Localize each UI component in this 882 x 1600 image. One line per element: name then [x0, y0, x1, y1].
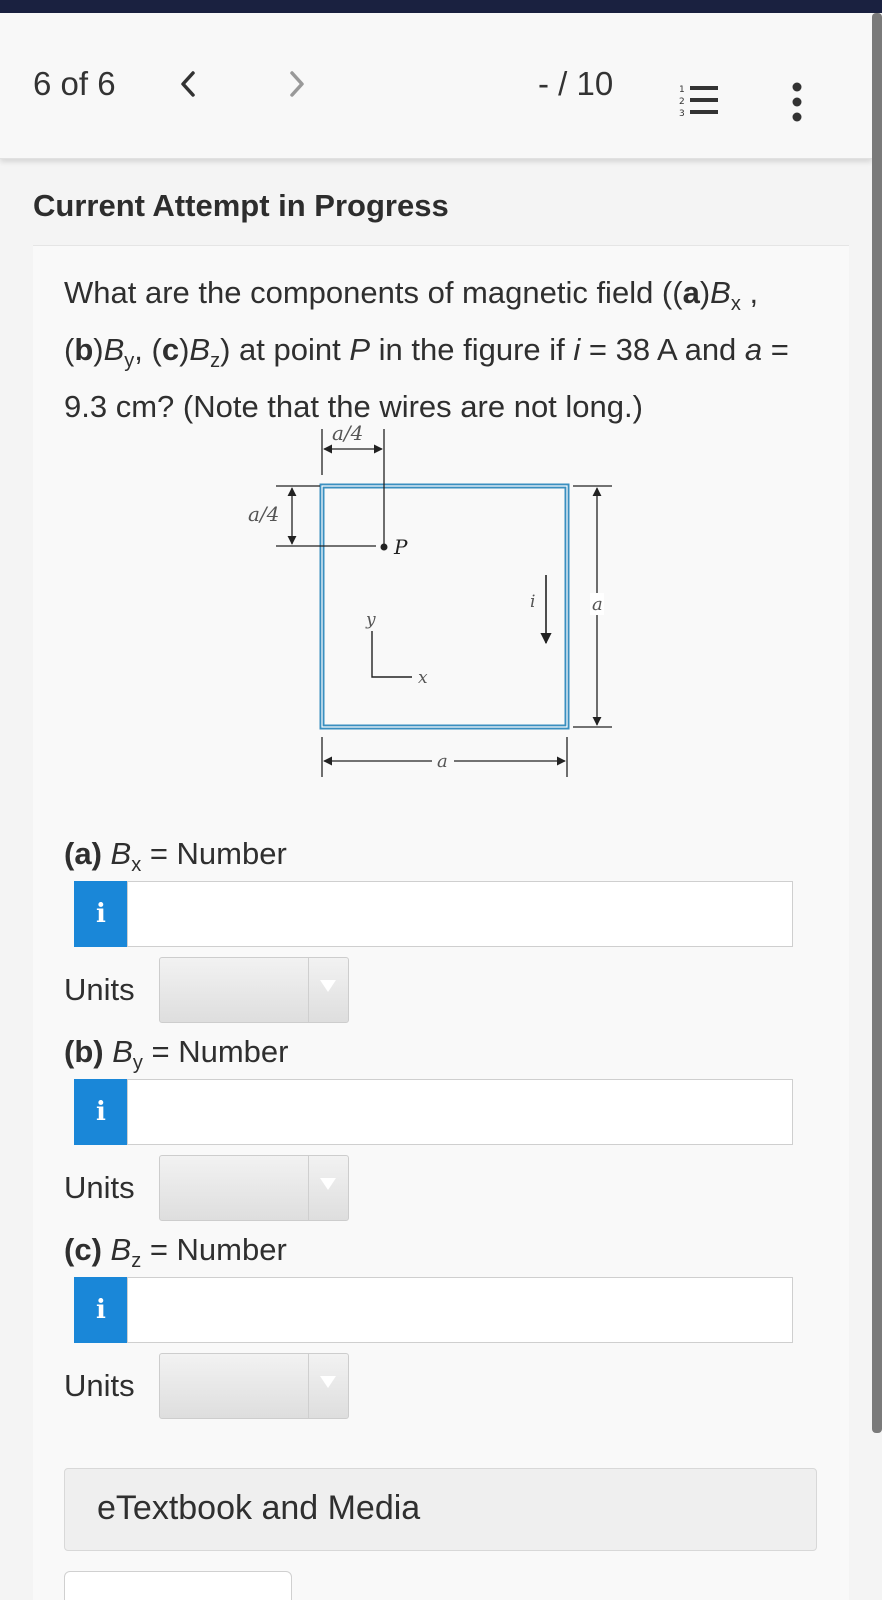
bottom-dim-label: a — [437, 751, 448, 772]
axis-y-label: y — [365, 610, 376, 630]
part-c-label: (c) Bz = Number — [64, 1232, 287, 1273]
save-for-later-button[interactable] — [64, 1571, 292, 1600]
select-divider — [308, 1156, 309, 1220]
etextbook-label: eTextbook and Media — [97, 1489, 421, 1527]
numbered-list-icon: 1 2 3 — [679, 85, 718, 119]
point-p — [380, 543, 388, 551]
part-a-units-select[interactable] — [159, 957, 349, 1023]
current-label: i — [530, 592, 535, 612]
vertical-ellipsis-icon — [792, 82, 802, 122]
wire-loop-figure: a/4 a/4 P i a a y x — [248, 425, 612, 777]
part-b-number-input[interactable] — [127, 1079, 793, 1145]
etextbook-media-button[interactable]: eTextbook and Media — [64, 1468, 817, 1551]
dropdown-arrow-icon — [320, 1376, 336, 1388]
svg-text:3: 3 — [679, 109, 685, 119]
axis-x-label: x — [418, 668, 428, 688]
part-b-info-button[interactable]: i — [74, 1079, 128, 1145]
dim-top-label: a/4 — [332, 425, 363, 445]
question-text: What are the components of magnetic fiel… — [64, 275, 789, 425]
part-b-units-label: Units — [64, 1170, 135, 1205]
previous-question-button[interactable] — [178, 63, 198, 108]
svg-text:2: 2 — [679, 97, 685, 107]
svg-text:1: 1 — [679, 85, 685, 95]
dropdown-arrow-icon — [320, 1178, 336, 1190]
part-a-info-button[interactable]: i — [74, 881, 128, 947]
part-c-units-select[interactable] — [159, 1353, 349, 1419]
more-options-button[interactable] — [790, 82, 804, 122]
part-c-units-label: Units — [64, 1368, 135, 1403]
page-scrollbar[interactable] — [872, 13, 882, 1433]
right-dim-label: a — [592, 594, 603, 615]
select-divider — [308, 1354, 309, 1418]
part-c-info-button[interactable]: i — [74, 1277, 128, 1343]
part-a-units-label: Units — [64, 972, 135, 1007]
chevron-right-icon — [290, 71, 304, 97]
dim-left-label: a/4 — [248, 502, 279, 526]
question-position: 6 of 6 — [33, 65, 116, 102]
question-navbar: 6 of 6 - / 10 1 2 3 — [0, 13, 872, 159]
status-bar — [0, 0, 882, 13]
point-p-label: P — [393, 535, 408, 559]
part-a-label: (a) Bx = Number — [64, 836, 287, 877]
part-a-number-input[interactable] — [127, 881, 793, 947]
part-b-units-select[interactable] — [159, 1155, 349, 1221]
part-b-label: (b) By = Number — [64, 1034, 289, 1075]
score-display: - / 10 — [538, 65, 614, 102]
axes — [371, 631, 412, 678]
select-divider — [308, 958, 309, 1022]
chevron-left-icon — [181, 71, 195, 97]
part-c-number-input[interactable] — [127, 1277, 793, 1343]
question-list-button[interactable]: 1 2 3 — [678, 83, 720, 119]
next-question-button[interactable] — [287, 63, 307, 108]
dropdown-arrow-icon — [320, 980, 336, 992]
attempt-title: Current Attempt in Progress — [33, 188, 449, 223]
